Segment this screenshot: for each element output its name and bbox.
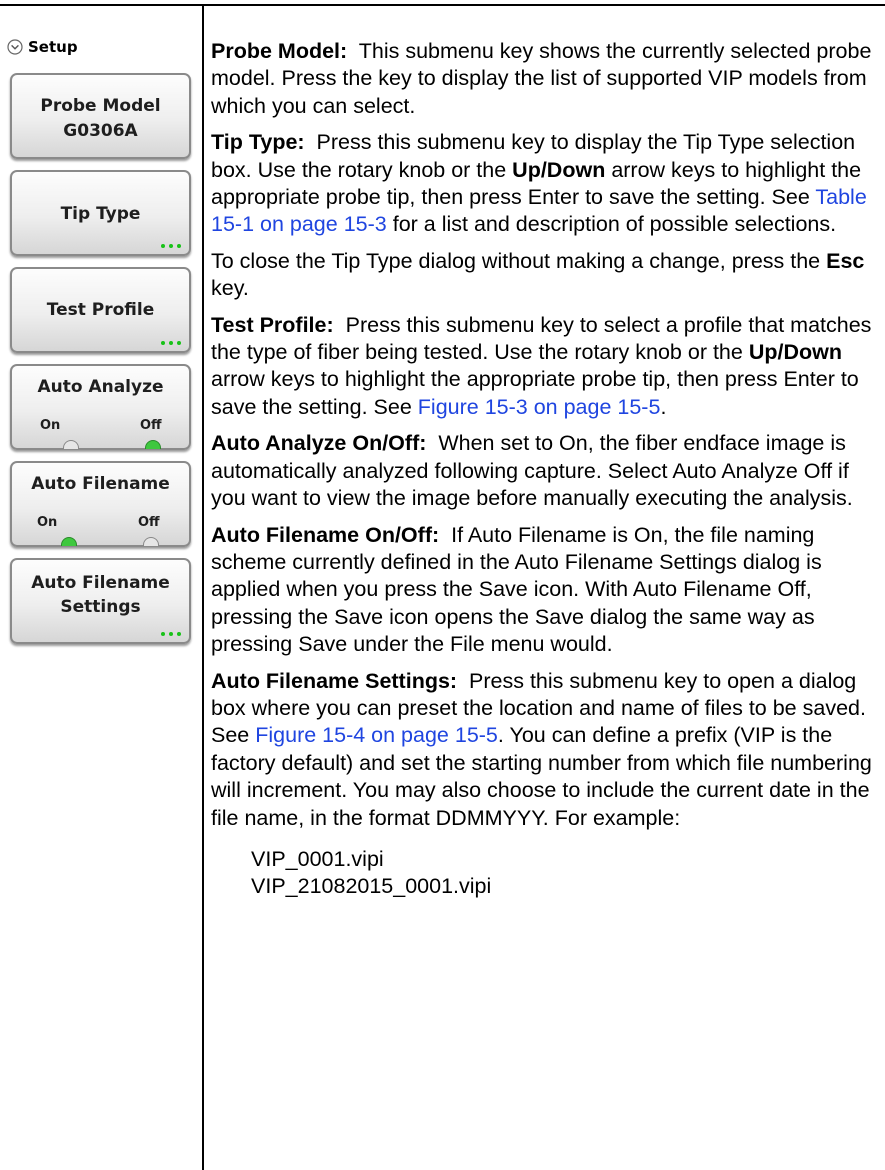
tip-type-close-paragraph: To close the Tip Type dialog without mak… xyxy=(211,248,881,303)
filename-example: VIP_0001.vipi xyxy=(251,846,384,871)
tip-type-button[interactable]: Tip Type xyxy=(10,170,191,256)
setup-menu-title: Setup xyxy=(28,38,78,56)
more-options-icon xyxy=(161,341,181,345)
up-down-keys: Up/Down xyxy=(512,157,606,182)
description-column: Probe Model: This submenu key shows the … xyxy=(211,38,881,901)
auto-filename-on-indicator xyxy=(61,537,77,546)
auto-filename-toggle[interactable]: Auto Filename On Off xyxy=(10,461,191,547)
filename-example: VIP_21082015_0001.vipi xyxy=(251,874,492,899)
tip-type-close-text: To close the Tip Type dialog without mak… xyxy=(211,248,821,273)
test-profile-text: . xyxy=(660,394,667,419)
tip-type-close-text: key. xyxy=(211,276,249,301)
test-profile-label: Test Profile xyxy=(46,300,155,320)
up-down-keys: Up/Down xyxy=(748,340,842,365)
auto-filename-settings-paragraph: Auto Filename Settings: Press this subme… xyxy=(211,668,881,832)
auto-filename-settings-label-2: Settings xyxy=(60,597,141,617)
auto-filename-on-label: On xyxy=(37,515,58,530)
auto-filename-off-label: Off xyxy=(138,515,160,530)
auto-filename-term: Auto Filename On/Off: xyxy=(211,522,440,547)
more-options-icon xyxy=(161,632,181,636)
auto-analyze-label: Auto Analyze xyxy=(37,377,164,397)
probe-model-term: Probe Model: xyxy=(211,39,348,63)
esc-key: Esc xyxy=(826,248,865,273)
auto-analyze-term: Auto Analyze On/Off: xyxy=(211,431,427,456)
probe-model-paragraph: Probe Model: This submenu key shows the … xyxy=(211,38,881,120)
auto-analyze-on-label: On xyxy=(40,418,61,433)
tip-type-text: for a list and description of possible s… xyxy=(392,212,837,237)
auto-filename-off-indicator xyxy=(143,537,159,546)
tip-type-label: Tip Type xyxy=(60,204,141,224)
chevron-down-icon xyxy=(7,39,23,55)
setup-menu-header[interactable]: Setup xyxy=(7,38,78,56)
tip-type-term: Tip Type: xyxy=(211,130,305,155)
auto-filename-paragraph: Auto Filename On/Off: If Auto Filename i… xyxy=(211,522,881,659)
auto-filename-settings-term: Auto Filename Settings: xyxy=(211,668,458,693)
filename-examples: VIP_0001.vipi VIP_21082015_0001.vipi xyxy=(251,846,881,901)
probe-model-button[interactable]: Probe Model G0306A xyxy=(10,73,191,159)
probe-model-value: G0306A xyxy=(63,121,138,141)
test-profile-button[interactable]: Test Profile xyxy=(10,267,191,353)
auto-filename-settings-button[interactable]: Auto Filename Settings xyxy=(10,558,191,644)
top-rule xyxy=(0,4,885,6)
auto-filename-label: Auto Filename xyxy=(31,474,170,494)
auto-analyze-paragraph: Auto Analyze On/Off: When set to On, the… xyxy=(211,430,881,512)
auto-analyze-off-indicator xyxy=(145,440,161,449)
figure-15-3-link[interactable]: Figure 15-3 on page 15-5 xyxy=(418,395,661,419)
tip-type-paragraph: Tip Type: Press this submenu key to disp… xyxy=(211,129,881,239)
test-profile-paragraph: Test Profile: Press this submenu key to … xyxy=(211,312,881,422)
probe-model-label: Probe Model xyxy=(40,96,161,116)
test-profile-term: Test Profile: xyxy=(211,312,334,337)
auto-analyze-off-label: Off xyxy=(140,418,162,433)
auto-filename-settings-label-1: Auto Filename xyxy=(31,573,170,593)
column-divider xyxy=(202,4,204,1170)
more-options-icon xyxy=(161,244,181,248)
figure-15-4-link[interactable]: Figure 15-4 on page 15-5 xyxy=(255,723,498,747)
auto-analyze-on-indicator xyxy=(63,440,79,449)
auto-analyze-toggle[interactable]: Auto Analyze On Off xyxy=(10,364,191,450)
